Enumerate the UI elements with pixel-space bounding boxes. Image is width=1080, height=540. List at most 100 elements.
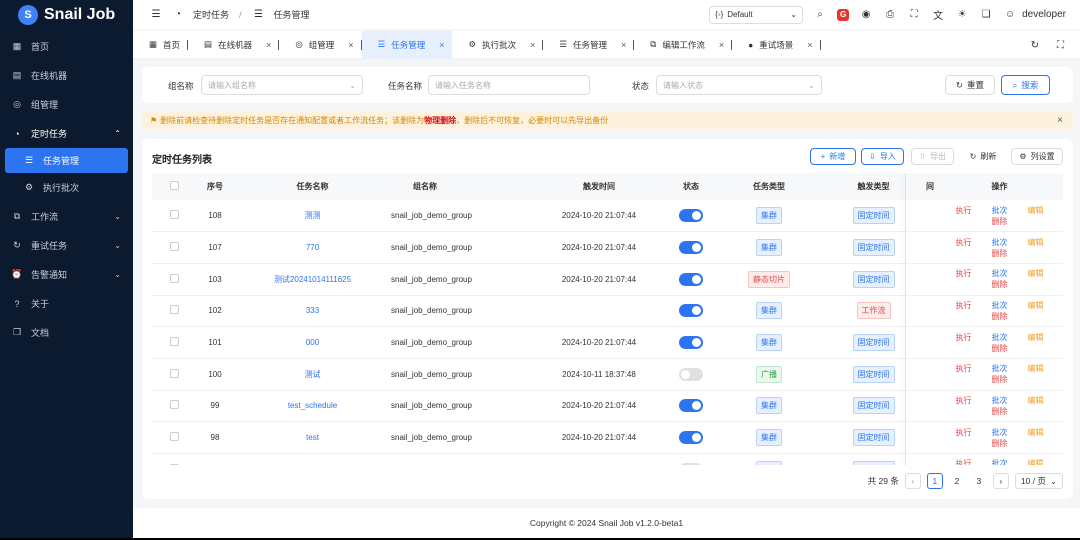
col-header-interval[interactable]: 间 xyxy=(926,173,936,200)
sidebar-item-2[interactable]: ◎ 组管理 xyxy=(0,90,133,119)
row-checkbox[interactable] xyxy=(152,326,196,359)
status-toggle[interactable] xyxy=(679,272,703,286)
close-icon[interactable]: × xyxy=(1057,115,1063,126)
status-select[interactable]: 请输入状态 ⌄ xyxy=(656,75,822,95)
fullscreen-content-icon[interactable]: ⛶ xyxy=(1057,40,1064,51)
col-header-task-type[interactable]: 任务类型 xyxy=(717,173,821,200)
api-doc-icon[interactable]: ⎙ xyxy=(883,8,897,22)
tab-0[interactable]: ▦ 首页 xyxy=(133,31,189,59)
task-name-link[interactable]: test_schedule xyxy=(288,401,337,410)
breadcrumb-schedule[interactable]: 定时任务 xyxy=(193,8,229,21)
task-name-link[interactable]: 333 xyxy=(306,306,319,315)
table-row[interactable]: 103 测试20241014111625 snail_job_demo_group 2… xyxy=(152,263,1063,296)
tab-3[interactable]: ☰ 任务管理 × xyxy=(361,30,453,59)
refresh-tab-icon[interactable]: ↻ xyxy=(1031,40,1039,51)
delete-button[interactable]: 删除 xyxy=(982,438,1018,449)
batch-button[interactable]: 批次 xyxy=(982,268,1018,279)
table-row[interactable]: 101 000 snail_job_demo_group 2024-10-20 21:… xyxy=(152,326,1063,359)
row-checkbox[interactable] xyxy=(152,358,196,391)
tab-7[interactable]: ● 重试场景 × xyxy=(732,31,821,59)
edit-button[interactable]: 编辑 xyxy=(1018,427,1054,438)
cell-task-name[interactable]: test_schedule xyxy=(234,390,391,423)
user-menu[interactable]: ☺ developer xyxy=(1003,8,1066,22)
close-icon[interactable]: × xyxy=(621,40,626,50)
col-header-task-name[interactable]: 任务名称 xyxy=(234,173,391,200)
sidebar-item-3[interactable]: ◔ 定时任务 ⌃ xyxy=(0,119,133,148)
col-header-trigger-type[interactable]: 触发类型 xyxy=(821,173,926,200)
edit-button[interactable]: 编辑 xyxy=(1018,237,1054,248)
row-checkbox[interactable] xyxy=(152,200,196,233)
col-header-status[interactable]: 状态 xyxy=(665,173,717,200)
refresh-button[interactable]: ↻ 刷新 xyxy=(961,148,1005,165)
batch-button[interactable]: 批次 xyxy=(982,300,1018,311)
delete-button[interactable]: 删除 xyxy=(982,248,1018,259)
column-settings-button[interactable]: ⚙ 列设置 xyxy=(1011,148,1063,165)
delete-button[interactable]: 删除 xyxy=(982,216,1018,227)
run-button[interactable]: 执行 xyxy=(946,427,982,438)
fullscreen-icon[interactable]: ⛶ xyxy=(907,8,921,22)
table-row[interactable]: 集群 固定时间 执行批次编辑删除 xyxy=(152,453,1063,465)
run-button[interactable]: 执行 xyxy=(946,268,982,279)
theme-mode-icon[interactable]: ☀ xyxy=(955,8,969,22)
status-toggle[interactable] xyxy=(679,399,703,413)
sidebar-item-10[interactable]: ❐ 文档 xyxy=(0,318,133,347)
sidebar-item-0[interactable]: ▦ 首页 xyxy=(0,32,133,61)
tab-6[interactable]: ⧉ 编辑工作流 × xyxy=(634,31,733,59)
cell-task-name[interactable]: 770 xyxy=(234,231,391,264)
page-button[interactable]: 3 xyxy=(971,473,987,489)
breadcrumb-task-manage[interactable]: 任务管理 xyxy=(274,8,310,21)
gitee-icon[interactable]: G xyxy=(837,8,850,21)
table-row[interactable]: 99 test_schedule snail_job_demo_group 2024-… xyxy=(152,390,1063,423)
tab-4[interactable]: ⚙ 执行批次 × xyxy=(452,31,544,59)
edit-button[interactable]: 编辑 xyxy=(1018,268,1054,279)
cell-task-name[interactable]: 测试 xyxy=(234,358,391,391)
run-button[interactable]: 执行 xyxy=(946,237,982,248)
run-button[interactable]: 执行 xyxy=(946,332,982,343)
col-header-id[interactable]: 序号 xyxy=(196,173,234,200)
row-checkbox[interactable] xyxy=(152,421,196,454)
sidebar-item-5[interactable]: ⚙ 执行批次 xyxy=(0,173,133,202)
sidebar-item-1[interactable]: ▤ 在线机器 xyxy=(0,61,133,90)
task-name-link[interactable]: 测测 xyxy=(305,211,321,220)
import-button[interactable]: ⇩ 导入 xyxy=(861,148,904,165)
close-icon[interactable]: × xyxy=(530,40,535,50)
edit-button[interactable]: 编辑 xyxy=(1018,300,1054,311)
sidebar-item-4[interactable]: ☰ 任务管理 xyxy=(5,148,128,173)
status-toggle[interactable] xyxy=(679,336,703,350)
prev-page-button[interactable]: ‹ xyxy=(904,473,921,489)
row-checkbox[interactable] xyxy=(152,390,196,423)
menu-collapse-icon[interactable]: ☰ xyxy=(149,8,163,22)
tab-1[interactable]: ▤ 在线机器 × xyxy=(188,31,280,59)
close-icon[interactable]: × xyxy=(807,40,812,50)
delete-button[interactable]: 删除 xyxy=(982,279,1018,290)
export-button[interactable]: ⇧ 导出 xyxy=(911,148,954,165)
run-button[interactable]: 执行 xyxy=(946,395,982,406)
batch-button[interactable]: 批次 xyxy=(982,395,1018,406)
sidebar-item-9[interactable]: ? 关于 xyxy=(0,289,133,318)
add-button[interactable]: + 新增 xyxy=(810,148,856,165)
language-icon[interactable]: 文 xyxy=(931,8,945,22)
status-toggle[interactable] xyxy=(679,241,703,255)
edit-button[interactable]: 编辑 xyxy=(1018,458,1054,465)
github-icon[interactable]: ◉ xyxy=(859,8,873,22)
task-name-link[interactable]: 000 xyxy=(306,338,319,347)
layout-config-icon[interactable]: ❏ xyxy=(979,8,993,22)
page-size-select[interactable]: 10 / 页 ⌄ xyxy=(1014,473,1063,489)
row-checkbox[interactable] xyxy=(152,263,196,296)
sidebar-item-7[interactable]: ↻ 重试任务 ⌄ xyxy=(0,231,133,260)
task-name-link[interactable]: 770 xyxy=(306,243,319,252)
task-name-link[interactable]: 测试20241014111625 xyxy=(274,275,351,284)
page-button[interactable]: 2 xyxy=(949,473,965,489)
run-button[interactable]: 执行 xyxy=(946,205,982,216)
row-checkbox[interactable] xyxy=(152,453,196,465)
next-page-button[interactable]: › xyxy=(992,473,1009,489)
table-row[interactable]: 102 333 snail_job_demo_group 集群 工作流 执行 批次 编辑删除 xyxy=(152,295,1063,328)
batch-button[interactable]: 批次 xyxy=(982,237,1018,248)
batch-button[interactable]: 批次 xyxy=(982,205,1018,216)
edit-button[interactable]: 编辑 xyxy=(1018,395,1054,406)
batch-button[interactable]: 批次 xyxy=(982,363,1018,374)
col-header-group-name[interactable]: 组名称 xyxy=(391,173,533,200)
status-toggle[interactable] xyxy=(679,431,703,445)
sidebar-item-8[interactable]: ⏰ 告警通知 ⌄ xyxy=(0,260,133,289)
edit-button[interactable]: 编辑 xyxy=(1018,205,1054,216)
